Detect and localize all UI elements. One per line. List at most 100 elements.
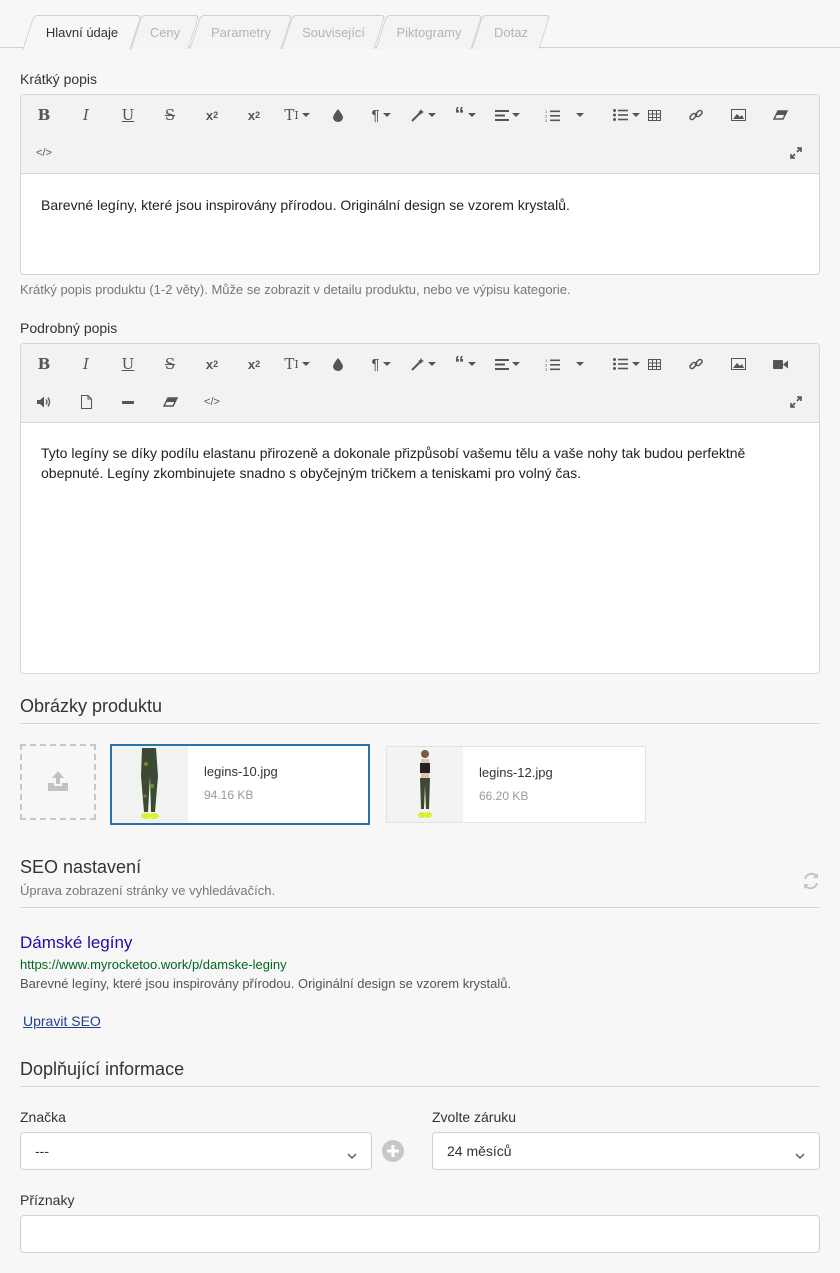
font-size-icon[interactable]: TI — [279, 103, 315, 127]
chevron-down-icon — [347, 1147, 357, 1163]
subscript-icon[interactable]: x2 — [197, 352, 227, 376]
image-filesize: 66.20 KB — [479, 789, 529, 803]
italic-icon[interactable]: I — [71, 103, 101, 127]
superscript-icon[interactable]: x2 — [239, 103, 269, 127]
warranty-select[interactable]: 24 měsíců — [432, 1132, 820, 1170]
strikethrough-icon[interactable]: S — [155, 352, 185, 376]
bold-icon[interactable]: B — [29, 352, 59, 376]
divider — [20, 907, 820, 908]
magic-wand-icon[interactable] — [405, 103, 441, 127]
refresh-icon[interactable] — [802, 872, 820, 893]
warranty-label: Zvolte záruku — [432, 1109, 517, 1125]
tab-label: Dotaz — [494, 24, 528, 40]
video-icon[interactable] — [765, 352, 795, 376]
ordered-list-dropdown-icon[interactable] — [573, 103, 587, 127]
bold-icon[interactable]: B — [29, 103, 59, 127]
tab-main-info[interactable]: Hlavní údaje — [22, 15, 142, 50]
color-drop-icon[interactable] — [323, 352, 353, 376]
svg-text:3: 3 — [545, 367, 548, 371]
link-icon[interactable] — [681, 103, 711, 127]
flags-input[interactable] — [20, 1215, 820, 1253]
divider — [20, 1086, 820, 1087]
image-thumbnail — [387, 747, 463, 822]
editor-toolbar: B I U S x2 x2 TI ¶ “ 123 </> — [21, 95, 819, 174]
underline-icon[interactable]: U — [113, 352, 143, 376]
tab-label: Piktogramy — [396, 24, 462, 40]
brand-select[interactable]: --- — [20, 1132, 372, 1170]
image-filename: legins-12.jpg — [479, 765, 553, 780]
upload-icon — [47, 770, 69, 794]
short-desc-help: Krátký popis produktu (1-2 věty). Může s… — [20, 282, 571, 297]
fullscreen-icon[interactable] — [781, 390, 811, 414]
images-section-title: Obrázky produktu — [20, 696, 163, 716]
eraser-icon[interactable] — [155, 390, 185, 414]
extra-section-title: Doplňující informace — [20, 1059, 185, 1079]
tab-parameters[interactable]: Parametry — [189, 15, 293, 49]
table-icon[interactable] — [639, 103, 669, 127]
tab-label: Související — [302, 24, 365, 40]
seo-preview-title: Dámské legíny — [20, 933, 133, 952]
warranty-select-value: 24 měsíců — [447, 1143, 512, 1159]
file-icon[interactable] — [71, 390, 101, 414]
upload-image-button[interactable] — [20, 744, 96, 820]
audio-icon[interactable] — [29, 390, 59, 414]
seo-preview-url: https://www.myrocketoo.work/p/damske-leg… — [20, 957, 287, 972]
underline-icon[interactable]: U — [113, 103, 143, 127]
image-thumbnail — [112, 746, 188, 823]
long-desc-text[interactable]: Tyto legíny se díky podílu elastanu přir… — [41, 443, 799, 483]
horizontal-rule-icon[interactable] — [113, 390, 143, 414]
paragraph-icon[interactable]: ¶ — [363, 103, 399, 127]
divider — [20, 723, 820, 724]
short-desc-text[interactable]: Barevné legíny, které jsou inspirovány p… — [41, 195, 799, 215]
ordered-list-dropdown-icon[interactable] — [573, 352, 587, 376]
flags-label: Příznaky — [20, 1192, 75, 1208]
align-icon[interactable] — [489, 103, 525, 127]
quote-icon[interactable]: “ — [447, 103, 483, 127]
brand-select-value: --- — [35, 1143, 49, 1159]
image-card[interactable]: legins-10.jpg 94.16 KB — [110, 744, 370, 825]
tab-related[interactable]: Související — [281, 15, 386, 49]
font-size-icon[interactable]: TI — [279, 352, 315, 376]
image-icon[interactable] — [723, 352, 753, 376]
quote-icon[interactable]: “ — [447, 352, 483, 376]
short-desc-editor: B I U S x2 x2 TI ¶ “ 123 </> Barevné leg… — [20, 94, 820, 275]
code-view-icon[interactable]: </> — [29, 141, 59, 165]
ordered-list-icon[interactable]: 123 — [537, 103, 567, 127]
tab-bar: Hlavní údaje Ceny Parametry Související … — [0, 0, 840, 50]
tab-label: Ceny — [149, 24, 181, 40]
color-drop-icon[interactable] — [323, 103, 353, 127]
short-desc-label: Krátký popis — [20, 71, 98, 87]
plus-circle-icon — [382, 1140, 404, 1165]
long-desc-label: Podrobný popis — [20, 320, 118, 336]
seo-section-title: SEO nastavení — [20, 857, 142, 877]
image-icon[interactable] — [723, 103, 753, 127]
brand-label: Značka — [20, 1109, 66, 1125]
chevron-down-icon — [795, 1147, 805, 1163]
ordered-list-icon[interactable]: 123 — [537, 352, 567, 376]
italic-icon[interactable]: I — [71, 352, 101, 376]
add-brand-button[interactable] — [382, 1140, 404, 1165]
image-filesize: 94.16 KB — [204, 788, 254, 802]
magic-wand-icon[interactable] — [405, 352, 441, 376]
image-card[interactable]: legins-12.jpg 66.20 KB — [386, 746, 646, 823]
long-desc-editor: B I U S x2 x2 TI ¶ “ 123 </> Tyto legíny… — [20, 343, 820, 674]
superscript-icon[interactable]: x2 — [239, 352, 269, 376]
tab-prices[interactable]: Ceny — [130, 15, 200, 49]
tab-question[interactable]: Dotaz — [471, 15, 551, 49]
tab-pictograms[interactable]: Piktogramy — [375, 15, 483, 49]
eraser-icon[interactable] — [765, 103, 795, 127]
table-icon[interactable] — [639, 352, 669, 376]
paragraph-icon[interactable]: ¶ — [363, 352, 399, 376]
fullscreen-icon[interactable] — [781, 141, 811, 165]
seo-subtitle: Úprava zobrazení stránky ve vyhledávačíc… — [20, 883, 276, 898]
tab-label: Parametry — [211, 24, 271, 40]
link-icon[interactable] — [681, 352, 711, 376]
align-icon[interactable] — [489, 352, 525, 376]
subscript-icon[interactable]: x2 — [197, 103, 227, 127]
code-view-icon[interactable]: </> — [197, 390, 227, 414]
seo-preview-description: Barevné legíny, které jsou inspirovány p… — [20, 976, 512, 991]
strikethrough-icon[interactable]: S — [155, 103, 185, 127]
svg-text:3: 3 — [545, 118, 548, 122]
edit-seo-link[interactable]: Upravit SEO — [23, 1013, 101, 1029]
tab-label: Hlavní údaje — [45, 24, 119, 40]
